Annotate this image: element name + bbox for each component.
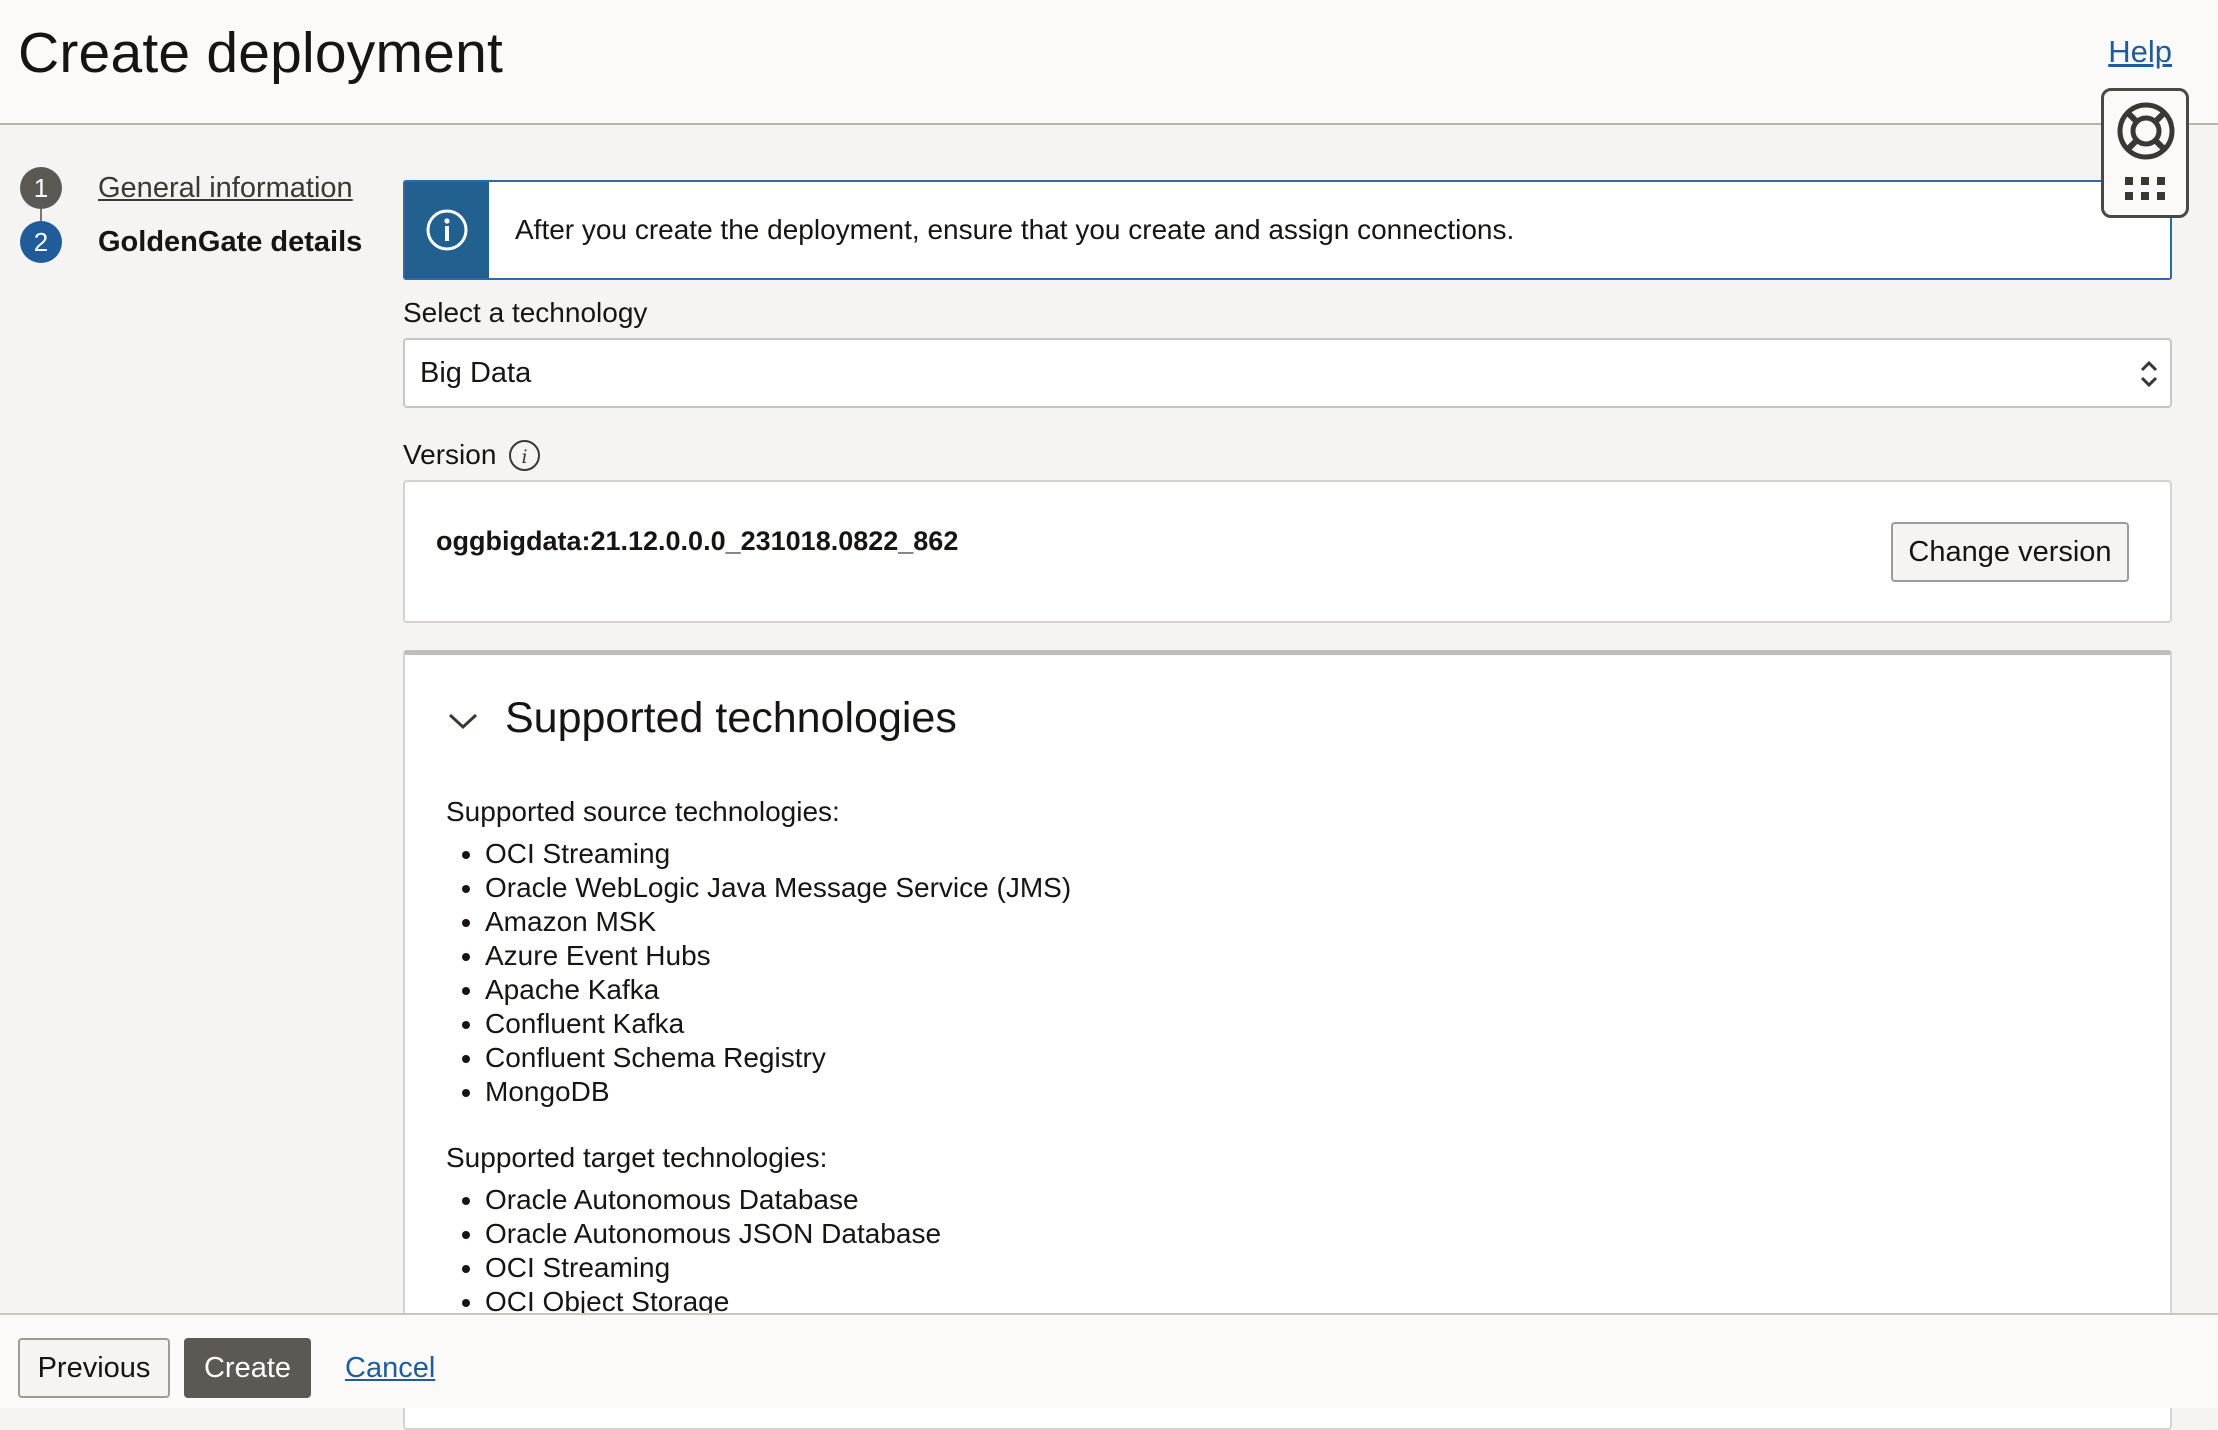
technology-select-value: Big Data	[420, 356, 532, 389]
list-item: Oracle Autonomous JSON Database	[446, 1217, 941, 1251]
chevron-updown-icon	[2140, 360, 2158, 388]
create-button[interactable]: Create	[184, 1338, 311, 1398]
step-label[interactable]: General information	[98, 172, 353, 205]
version-value: oggbigdata:21.12.0.0.0_231018.0822_862	[436, 526, 959, 556]
chevron-down-icon[interactable]	[447, 711, 479, 731]
technology-label: Select a technology	[403, 297, 648, 328]
version-box: oggbigdata:21.12.0.0.0_231018.0822_862 C…	[403, 480, 2172, 623]
page-header: Create deployment Help	[0, 0, 2218, 125]
cancel-link[interactable]: Cancel	[345, 1352, 435, 1385]
help-widget[interactable]	[2101, 88, 2189, 218]
step-number: 2	[20, 221, 62, 263]
list-item: Azure Event Hubs	[446, 939, 1071, 973]
lifebuoy-icon	[2117, 102, 2175, 160]
page-title: Create deployment	[18, 21, 504, 85]
step-label: GoldenGate details	[98, 225, 363, 258]
info-banner-message: After you create the deployment, ensure …	[515, 214, 1515, 245]
list-item: Confluent Schema Registry	[446, 1041, 1071, 1075]
step-goldengate-details: 2 GoldenGate details	[20, 221, 362, 263]
list-item: Oracle Autonomous Database	[446, 1183, 941, 1217]
step-general-information[interactable]: 1 General information	[20, 167, 353, 209]
help-link[interactable]: Help	[2108, 34, 2172, 70]
list-item: Confluent Kafka	[446, 1007, 1071, 1041]
supported-technologies-title[interactable]: Supported technologies	[505, 694, 957, 743]
info-banner-icon-box	[405, 182, 489, 278]
info-icon	[426, 209, 468, 251]
list-item: MongoDB	[446, 1075, 1071, 1109]
page-footer: Previous Create Cancel	[0, 1313, 2218, 1408]
technology-select[interactable]: Big Data	[403, 338, 2172, 408]
version-label: Version	[403, 439, 497, 470]
target-technologies-list: Oracle Autonomous Database Oracle Autono…	[446, 1183, 941, 1319]
list-item: Apache Kafka	[446, 973, 1071, 1007]
change-version-button[interactable]: Change version	[1891, 522, 2129, 582]
source-technologies-list: OCI Streaming Oracle WebLogic Java Messa…	[446, 837, 1071, 1109]
list-item: Amazon MSK	[446, 905, 1071, 939]
svg-text:i: i	[521, 446, 527, 468]
list-item: OCI Streaming	[446, 1251, 941, 1285]
info-tooltip-icon[interactable]: i	[508, 439, 541, 472]
previous-button[interactable]: Previous	[18, 1338, 170, 1398]
grid-dots-icon	[2125, 177, 2165, 200]
step-number: 1	[20, 167, 62, 209]
info-banner: After you create the deployment, ensure …	[403, 180, 2172, 280]
source-technologies-label: Supported source technologies:	[446, 796, 840, 827]
target-technologies-label: Supported target technologies:	[446, 1142, 828, 1173]
step-connector	[40, 209, 42, 221]
list-item: Oracle WebLogic Java Message Service (JM…	[446, 871, 1071, 905]
list-item: OCI Streaming	[446, 837, 1071, 871]
